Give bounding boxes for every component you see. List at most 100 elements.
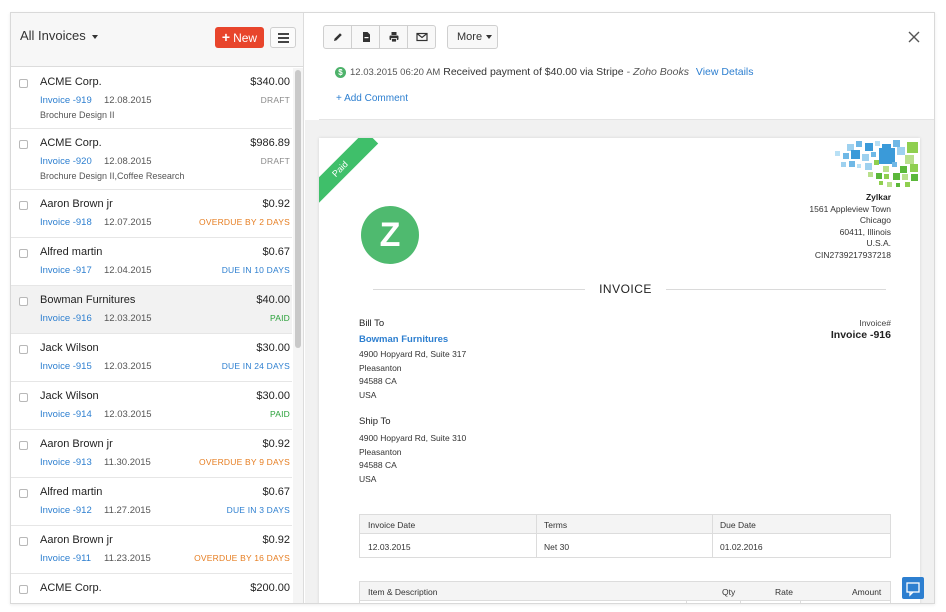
invoice-amount: $986.89 <box>250 137 290 149</box>
invoice-list: ACME Corp. $340.00 Invoice -919 12.08.2015 D… <box>11 68 292 603</box>
detail-toolbar: More <box>305 13 934 61</box>
invoice-list-item[interactable]: ACME Corp. $986.89 Invoice -920 12.08.2015 D… <box>11 129 292 190</box>
line-items-table: Item & Description Qty Rate Amount <box>359 581 891 603</box>
invoice-list-item[interactable]: Bowman Furnitures $40.00 Invoice -916 12.03… <box>11 286 292 334</box>
title-rule-right <box>666 289 886 290</box>
invoice-list-item[interactable]: Alfred martin $0.67 Invoice -917 12.04.2015… <box>11 238 292 286</box>
row-checkbox[interactable] <box>19 79 28 88</box>
invoice-date: 11.23.2015 <box>104 553 151 564</box>
mosaic-tile <box>892 162 897 167</box>
invoice-amount: $0.92 <box>262 438 290 450</box>
email-button[interactable] <box>407 25 436 49</box>
new-button-label: New <box>233 31 258 45</box>
brand-mosaic-graphic <box>769 138 919 190</box>
edit-button[interactable] <box>323 25 352 49</box>
list-filter-dropdown[interactable]: All Invoices <box>20 28 98 43</box>
row-checkbox[interactable] <box>19 345 28 354</box>
status-badge: DUE IN 24 DAYS <box>221 361 290 371</box>
company-line: 60411, Illinois <box>839 226 891 237</box>
invoice-number-link[interactable]: Invoice -913 <box>40 457 92 468</box>
invoice-number-link[interactable]: Invoice -917 <box>40 265 92 276</box>
mosaic-tile <box>841 162 846 167</box>
mosaic-tile <box>897 147 905 155</box>
invoice-list-item[interactable]: Jack Wilson $30.00 Invoice -914 12.03.2015 P… <box>11 382 292 430</box>
row-checkbox[interactable] <box>19 393 28 402</box>
invoice-list-item[interactable]: Aaron Brown jr $0.92 Invoice -911 11.23.201… <box>11 526 292 574</box>
customer-name: ACME Corp. <box>40 76 102 88</box>
mosaic-tile <box>874 160 879 165</box>
invoice-number-link[interactable]: Invoice -914 <box>40 409 92 420</box>
invoice-number-link[interactable]: Invoice -912 <box>40 505 92 516</box>
print-icon <box>389 32 399 43</box>
invoice-date: 12.04.2015 <box>104 265 152 276</box>
address-line: 94588 CA <box>359 460 397 470</box>
address-line: 4900 Hopyard Rd, Suite 317 <box>359 349 467 359</box>
invoice-number-link[interactable]: Invoice -916 <box>40 313 92 324</box>
row-checkbox[interactable] <box>19 201 28 210</box>
row-checkbox[interactable] <box>19 297 28 306</box>
mosaic-tile <box>875 141 880 146</box>
activity-timestamp: 12.03.2015 06:20 AM <box>350 67 441 78</box>
close-icon[interactable] <box>907 30 921 44</box>
column-divider <box>740 601 741 603</box>
invoice-amount: $200.00 <box>250 582 290 594</box>
ship-to-label: Ship To <box>359 416 391 427</box>
customer-name: Alfred martin <box>40 246 103 258</box>
bill-to-customer-link[interactable]: Bowman Furnitures <box>359 334 448 345</box>
invoice-number-link[interactable]: Invoice -915 <box>40 361 92 372</box>
invoice-amount: $0.67 <box>262 246 290 258</box>
chat-support-button[interactable] <box>902 577 924 599</box>
address-line: Pleasanton <box>359 446 402 457</box>
more-dropdown-button[interactable]: More <box>447 25 498 49</box>
terms-header-due-date: Due Date <box>720 520 756 530</box>
invoice-number-link[interactable]: Invoice -918 <box>40 217 92 228</box>
invoice-date: 12.03.2015 <box>104 361 152 372</box>
mosaic-tile <box>865 163 872 170</box>
app-window: All Invoices + New ACME Corp. $340.00 Invoi… <box>10 12 935 604</box>
status-badge: PAID <box>269 409 290 419</box>
row-checkbox[interactable] <box>19 489 28 498</box>
invoice-date: 12.08.2015 <box>104 95 152 106</box>
invoice-number-link[interactable]: Invoice -911 <box>40 553 91 564</box>
mosaic-tile <box>862 154 869 161</box>
customer-name: ACME Corp. <box>40 137 102 149</box>
invoice-list-item[interactable]: ACME Corp. $340.00 Invoice -919 12.08.2015 D… <box>11 68 292 129</box>
invoice-list-item[interactable]: Alfred martin $0.67 Invoice -912 11.27.2015… <box>11 478 292 526</box>
invoice-number-link[interactable]: Invoice -920 <box>40 156 92 167</box>
status-badge: DUE IN 3 DAYS <box>226 505 290 515</box>
invoice-list-item[interactable]: Aaron Brown jr $0.92 Invoice -918 12.07.201… <box>11 190 292 238</box>
row-checkbox[interactable] <box>19 585 28 594</box>
new-invoice-button[interactable]: + New <box>215 27 264 48</box>
invoice-list-item[interactable]: ACME Corp. $200.00 <box>11 574 292 603</box>
pdf-button[interactable] <box>351 25 380 49</box>
row-checkbox[interactable] <box>19 249 28 258</box>
list-scrollbar-thumb[interactable] <box>295 70 301 348</box>
add-comment-link[interactable]: + Add Comment <box>336 93 408 104</box>
row-checkbox[interactable] <box>19 140 28 149</box>
due-date-value: 01.02.2016 <box>720 542 763 552</box>
items-header-row <box>360 582 890 601</box>
row-checkbox[interactable] <box>19 537 28 546</box>
invoice-date: 12.07.2015 <box>104 217 152 228</box>
mosaic-tile <box>905 155 914 164</box>
invoice-number-link[interactable]: Invoice -919 <box>40 95 92 106</box>
items-header-amount: Amount <box>852 587 882 597</box>
status-badge: DRAFT <box>260 156 290 166</box>
items-header-description: Item & Description <box>368 587 438 597</box>
mosaic-tile <box>910 164 918 172</box>
customer-name: Aaron Brown jr <box>40 198 113 210</box>
customer-name: Aaron Brown jr <box>40 438 113 450</box>
mosaic-tile <box>835 151 840 156</box>
print-button[interactable] <box>379 25 408 49</box>
invoice-list-item[interactable]: Aaron Brown jr $0.92 Invoice -913 11.30.201… <box>11 430 292 478</box>
company-line: Chicago <box>859 215 891 225</box>
invoice-list-item[interactable]: Jack Wilson $30.00 Invoice -915 12.03.2015 D… <box>11 334 292 382</box>
address-line: Pleasanton <box>359 362 402 373</box>
customer-name: Jack Wilson <box>40 342 99 354</box>
list-menu-button[interactable] <box>270 27 296 48</box>
terms-header-row <box>360 515 890 534</box>
mosaic-tile <box>911 174 918 181</box>
view-details-link[interactable]: View Details <box>696 66 754 78</box>
mosaic-tile <box>851 150 860 159</box>
row-checkbox[interactable] <box>19 441 28 450</box>
